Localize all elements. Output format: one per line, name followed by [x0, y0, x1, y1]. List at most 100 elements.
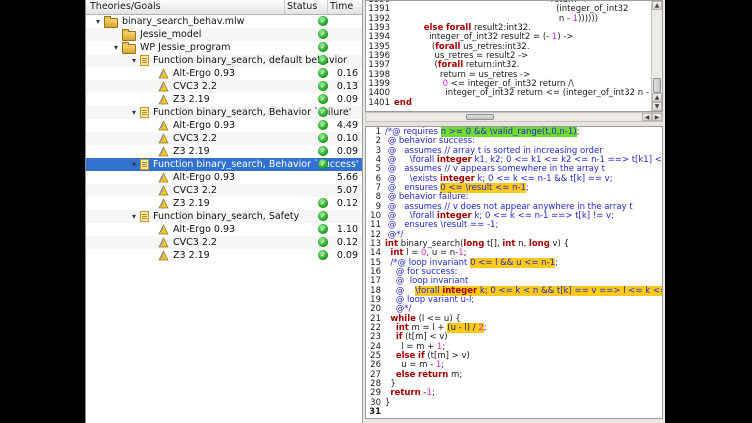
goal-row[interactable]: ▾Function binary_search, Behavior `failu… — [86, 106, 362, 119]
expander-icon[interactable]: ▾ — [128, 106, 140, 119]
goal-row[interactable]: ▾Function binary_search, Behavior `succe… — [86, 158, 362, 171]
status-valid-icon: ✓ — [318, 146, 328, 156]
expander-icon[interactable]: ▾ — [128, 158, 140, 171]
prover-result-row[interactable]: CVC3 2.2✓0.12 — [86, 236, 362, 249]
status-valid-icon: ✓ — [318, 211, 328, 221]
status-valid-icon: ✓ — [318, 94, 328, 104]
time-value: 0.16 — [337, 67, 358, 80]
goal-file-icon — [140, 211, 149, 222]
expander-icon[interactable]: ▾ — [128, 210, 140, 223]
expander-icon[interactable]: ▾ — [128, 54, 140, 67]
prover-result-row[interactable]: Z3 2.19✓0.09 — [86, 249, 362, 262]
time-value: 5.66 — [337, 171, 358, 184]
code-line: 11 @ ensures \result == -1; — [366, 221, 662, 230]
tree-row-label: Z3 2.19 — [173, 198, 210, 209]
line-number: 1401 — [366, 99, 394, 108]
scroll-up-icon[interactable]: ▲ — [652, 1, 662, 10]
theory-row[interactable]: ▾WP Jessie_program✓ — [86, 41, 362, 54]
status-valid-icon: ✓ — [318, 29, 328, 39]
prover-result-row[interactable]: Alt-Ergo 0.93✓0.16 — [86, 67, 362, 80]
tree-header: Theories/Goals Status Time — [86, 0, 362, 15]
tree-row-label: Z3 2.19 — [173, 94, 210, 105]
prover-result-row[interactable]: Z3 2.19✓0.09 — [86, 145, 362, 158]
goal-row[interactable]: ▾Function binary_search, default behavio… — [86, 54, 362, 67]
scroll-down-icon[interactable]: ▼ — [652, 102, 662, 111]
code-text: integer_of_int32 return <= (integer_of_i… — [394, 89, 651, 98]
prover-icon — [158, 250, 169, 261]
folder-icon — [104, 18, 118, 28]
tree-row-label: Function binary_search, Safety — [153, 211, 299, 222]
time-value: 1.10 — [337, 223, 358, 236]
time-value: 0.12 — [337, 197, 358, 210]
theories-goals-panel: Theories/Goals Status Time ▾ binary_searc… — [85, 0, 363, 423]
tree-row-label: Alt-Ergo 0.93 — [173, 172, 235, 183]
code-line: 1401end — [366, 99, 651, 108]
time-value: 0.09 — [337, 93, 358, 106]
prover-result-row[interactable]: CVC3 2.25.07 — [86, 184, 362, 197]
status-valid-icon: ✓ — [318, 120, 328, 130]
prover-result-row[interactable]: Z3 2.19 ✓ 0.12 — [86, 197, 362, 210]
status-valid-icon: ✓ — [318, 81, 328, 91]
line-number: 31 — [366, 408, 385, 417]
vertical-scrollbar[interactable]: ▲ ▲ ▼ — [651, 1, 662, 111]
code-text: else return m; — [385, 371, 462, 380]
folder-icon — [122, 31, 136, 41]
status-valid-icon: ✓ — [318, 237, 328, 247]
prover-icon — [158, 237, 169, 248]
horizontal-scrollbar[interactable]: ◀ ▶ — [365, 112, 663, 122]
expander-icon[interactable]: ▾ — [92, 15, 104, 28]
vertical-scrollbar-thumb[interactable] — [653, 78, 661, 93]
column-header-time[interactable]: Time — [328, 0, 362, 14]
code-text: end — [394, 99, 412, 108]
prover-result-row[interactable]: Alt-Ergo 0.93 ✓ 4.49 — [86, 119, 362, 132]
prover-result-row[interactable]: Alt-Ergo 0.93 5.66 — [86, 171, 362, 184]
source-code-pane[interactable]: 1/*@ requires n >= 0 && \valid_range(t,0… — [365, 126, 663, 419]
code-text: } — [385, 399, 390, 408]
tree-row-label: CVC3 2.2 — [173, 133, 217, 144]
prover-icon — [158, 224, 169, 235]
tree-row-label: CVC3 2.2 — [173, 185, 217, 196]
status-valid-icon: ✓ — [318, 16, 328, 26]
code-line: 31 — [366, 408, 662, 417]
status-valid-icon: ✓ — [318, 68, 328, 78]
horizontal-scrollbar-thumb[interactable] — [466, 114, 494, 120]
prover-result-row[interactable]: CVC3 2.2 ✓ 0.13 — [86, 80, 362, 93]
status-valid-icon: ✓ — [318, 224, 328, 234]
prover-icon — [158, 120, 169, 131]
code-text: return -1; — [385, 389, 435, 398]
code-line: 29 return -1; — [366, 389, 662, 398]
status-valid-icon: ✓ — [318, 55, 328, 65]
prover-result-row[interactable]: Alt-Ergo 0.93✓1.10 — [86, 223, 362, 236]
time-value: 0.10 — [337, 132, 358, 145]
time-value: 0.09 — [337, 249, 358, 262]
prover-icon — [158, 198, 169, 209]
task-code-viewport: 1390 return <=1391 (integer_of_int321392 — [366, 1, 651, 111]
prover-icon — [158, 146, 169, 157]
scroll-right-icon[interactable]: ▶ — [652, 113, 662, 121]
tree-row-label: Alt-Ergo 0.93 — [173, 120, 235, 131]
tree-row-label: binary_search_behav.mlw — [122, 16, 244, 27]
expander-icon[interactable]: ▾ — [110, 41, 122, 54]
task-code-pane[interactable]: 1390 return <=1391 (integer_of_int321392 — [365, 0, 663, 112]
column-header-status[interactable]: Status — [284, 0, 328, 14]
tree-body: ▾binary_search_behav.mlw✓Jessie_model✓▾W… — [86, 15, 362, 262]
status-valid-icon: ✓ — [318, 42, 328, 52]
column-header-theories-goals[interactable]: Theories/Goals — [86, 0, 284, 14]
theory-row[interactable]: ▾ binary_search_behav.mlw ✓ — [86, 15, 362, 28]
status-valid-icon: ✓ — [318, 133, 328, 143]
time-value: 4.49 — [337, 119, 358, 132]
prover-result-row[interactable]: Z3 2.19 ✓ 0.09 — [86, 93, 362, 106]
scroll-left-icon[interactable]: ◀ — [642, 113, 652, 121]
folder-icon — [122, 44, 136, 54]
prover-icon — [158, 68, 169, 79]
time-value: 0.13 — [337, 80, 358, 93]
tree-row-label: CVC3 2.2 — [173, 81, 217, 92]
theory-row[interactable]: Jessie_model✓ — [86, 28, 362, 41]
status-valid-icon: ✓ — [318, 107, 328, 117]
prover-icon — [158, 81, 169, 92]
status-valid-icon: ✓ — [318, 198, 328, 208]
time-value: 0.12 — [337, 236, 358, 249]
goal-row[interactable]: ▾ Function binary_search, Safety ✓ — [86, 210, 362, 223]
scroll-up-icon[interactable]: ▲ — [652, 93, 662, 102]
prover-result-row[interactable]: CVC3 2.2 ✓ 0.10 — [86, 132, 362, 145]
